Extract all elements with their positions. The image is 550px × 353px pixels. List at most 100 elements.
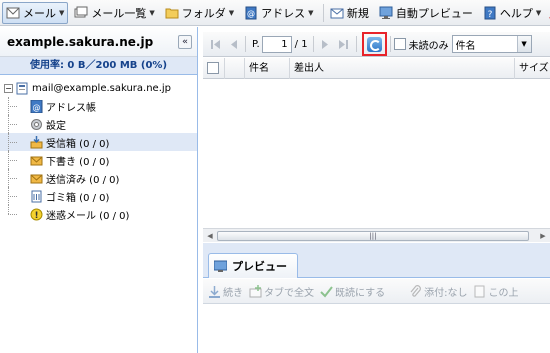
account-icon — [16, 82, 29, 95]
column-header-flag[interactable] — [225, 57, 245, 79]
column-header-size[interactable]: サイズ — [515, 58, 550, 79]
toolbar-separator — [245, 36, 246, 52]
tree-connector — [8, 169, 30, 187]
paperclip-icon — [409, 284, 422, 298]
tree-item-spam[interactable]: ! 迷惑メール (0 / 0) — [0, 205, 197, 223]
page-number-input[interactable]: 1 — [261, 35, 292, 53]
tree-account-row[interactable]: − mail@example.sakura.ne.jp — [0, 79, 197, 97]
sort-select[interactable]: 件名 ▼ — [451, 35, 532, 53]
download-icon — [208, 285, 221, 298]
chevron-down-icon[interactable]: ▼ — [516, 36, 531, 52]
new-mail-icon — [330, 6, 344, 20]
sent-icon — [30, 172, 43, 185]
mail-list-icon — [74, 6, 88, 20]
continue-label: 続き — [223, 287, 243, 299]
tree-item-label: アドレス帳 — [46, 102, 96, 114]
spam-icon: ! — [30, 208, 43, 221]
tree-item-sent[interactable]: 送信済み (0 / 0) — [0, 169, 197, 187]
mail-menu-button[interactable]: メール ▼ — [2, 1, 69, 24]
page-label: P. — [252, 38, 260, 50]
toolbar-separator — [389, 36, 391, 52]
continue-button[interactable]: 続き — [208, 284, 243, 299]
tree-connector — [8, 151, 30, 169]
column-header-sender[interactable]: 差出人 — [290, 57, 515, 79]
page-total: / 1 — [294, 38, 308, 50]
message-grid-header: 件名 差出人 サイズ — [203, 57, 550, 79]
tab-preview-label: プレビュー — [232, 260, 287, 273]
attachment-indicator: 添付:なし — [409, 284, 467, 299]
next-page-icon[interactable] — [317, 35, 335, 53]
usage-indicator: 使用率: 0 B／200 MB (0%) — [0, 57, 197, 75]
address-book-icon: @ — [30, 99, 43, 113]
toolbar-separator — [355, 36, 357, 52]
folder-panel-header: example.sakura.ne.jp « — [0, 27, 197, 57]
new-mail-label: 新規 — [346, 6, 369, 20]
tab-preview[interactable]: プレビュー — [208, 253, 298, 278]
tree-connector — [8, 115, 30, 133]
select-all-checkbox[interactable] — [207, 61, 219, 74]
gear-icon — [30, 118, 43, 131]
tree-item-trash[interactable]: ゴミ箱 (0 / 0) — [0, 187, 197, 205]
scrollbar-thumb[interactable]: ||| — [217, 231, 529, 241]
document-icon — [473, 285, 486, 298]
help-button[interactable]: ? ヘルプ ▼ — [479, 2, 545, 24]
preview-body — [203, 305, 550, 353]
prev-page-icon[interactable] — [224, 35, 242, 53]
last-page-icon[interactable] — [335, 35, 353, 53]
tree-item-label: 受信箱 (0 / 0) — [46, 138, 110, 150]
folder-panel: example.sakura.ne.jp « 使用率: 0 B／200 MB (… — [0, 27, 198, 353]
folder-icon — [165, 6, 179, 20]
first-page-icon[interactable] — [206, 35, 224, 53]
mark-read-button[interactable]: 既読にする — [320, 284, 385, 299]
horizontal-scrollbar[interactable]: ◀ ||| ▶ — [203, 228, 550, 242]
tree-item-label: 下書き (0 / 0) — [46, 156, 110, 168]
tree-item-drafts[interactable]: 下書き (0 / 0) — [0, 151, 197, 169]
collapse-tree-icon[interactable]: − — [4, 83, 13, 93]
chevron-down-icon: ▼ — [59, 8, 65, 17]
host-name: example.sakura.ne.jp — [7, 34, 154, 49]
mark-read-label: 既読にする — [335, 287, 386, 299]
folder-button[interactable]: フォルダ ▼ — [161, 2, 238, 24]
address-label: アドレス — [261, 6, 306, 20]
tree-connector — [8, 97, 30, 115]
chevron-down-icon: ▼ — [149, 8, 155, 17]
mail-list-button[interactable]: メール一覧 ▼ — [70, 2, 158, 24]
trash-icon — [30, 190, 43, 203]
refresh-button[interactable] — [361, 32, 387, 56]
scroll-left-icon[interactable]: ◀ — [205, 231, 215, 241]
this-label: この上 — [488, 287, 519, 299]
address-button[interactable]: @ アドレス ▼ — [240, 2, 317, 24]
svg-text:?: ? — [487, 10, 492, 20]
mail-list-label: メール一覧 — [91, 6, 147, 20]
select-all-column[interactable] — [203, 57, 225, 79]
folder-label: フォルダ — [181, 6, 226, 20]
scroll-right-icon[interactable]: ▶ — [538, 231, 548, 241]
chevron-down-icon: ▼ — [308, 8, 314, 17]
mail-menu-label: メール — [23, 6, 56, 20]
tree-item-inbox[interactable]: 受信箱 (0 / 0) — [0, 133, 197, 151]
tree-connector — [8, 205, 30, 223]
collapse-panel-button[interactable]: « — [178, 35, 192, 49]
tree-connector — [8, 187, 30, 205]
toolbar-separator — [312, 36, 314, 52]
column-header-subject[interactable]: 件名 — [245, 57, 290, 79]
grid-toolbar: P. 1 / 1 未読のみ 件名 ▼ — [203, 32, 550, 57]
tree-item-label: 設定 — [46, 120, 66, 132]
preview-tab-strip: プレビュー — [203, 248, 550, 278]
attachment-label: 添付:なし — [424, 287, 468, 299]
this-button[interactable]: この上 — [473, 284, 518, 299]
monitor-icon — [379, 6, 393, 20]
tree-item-settings[interactable]: 設定 — [0, 115, 197, 133]
open-in-tab-button[interactable]: タブで全文 — [249, 284, 314, 299]
auto-preview-label: 自動プレビュー — [395, 6, 473, 20]
tree-item-address-book[interactable]: @ アドレス帳 — [0, 97, 197, 115]
help-label: ヘルプ — [499, 6, 533, 20]
auto-preview-button[interactable]: 自動プレビュー — [375, 2, 477, 24]
chevron-down-icon: ▼ — [228, 8, 235, 17]
svg-text:@: @ — [247, 9, 255, 18]
new-tab-icon — [249, 284, 262, 298]
inbox-icon — [30, 135, 43, 149]
open-in-tab-label: タブで全文 — [264, 287, 314, 299]
unread-only-checkbox[interactable] — [393, 38, 406, 50]
new-mail-button[interactable]: 新規 — [326, 2, 373, 24]
